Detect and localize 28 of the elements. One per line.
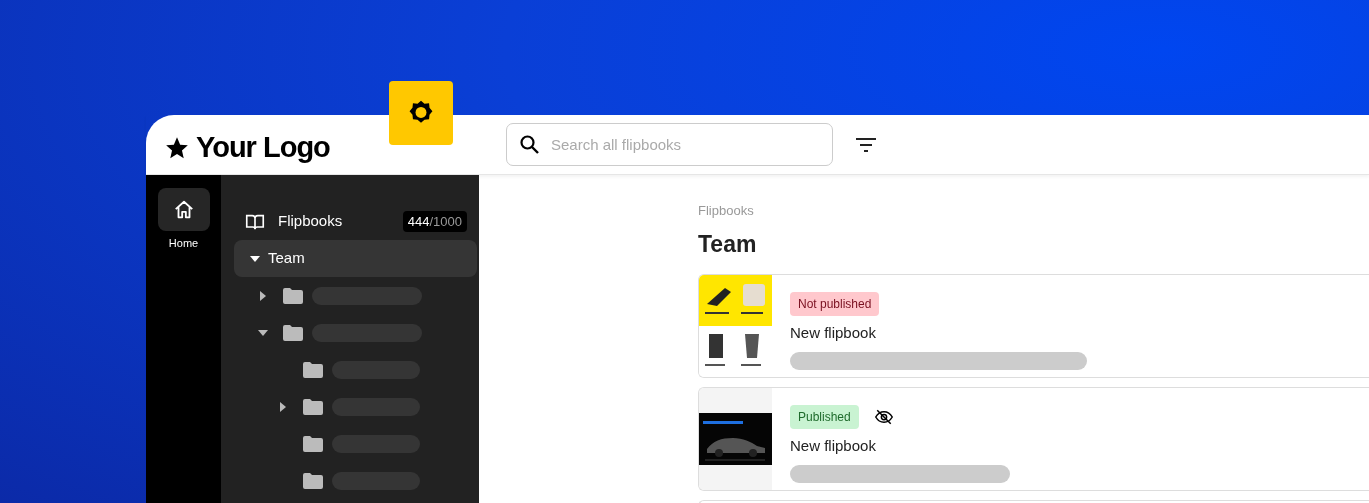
tree-label: Team xyxy=(268,248,305,269)
flipbook-card[interactable]: Not published New flipbook xyxy=(698,274,1369,378)
page-heading: Team xyxy=(698,229,758,259)
caret-right-icon xyxy=(260,290,266,301)
home-button[interactable] xyxy=(157,188,210,231)
filter-icon xyxy=(855,137,877,154)
folder-icon xyxy=(282,323,304,342)
folder-icon xyxy=(302,434,324,453)
flipbook-title: New flipbook xyxy=(790,436,877,456)
settings-button[interactable] xyxy=(389,81,453,145)
status-badge: Not published xyxy=(790,292,880,316)
caret-down-icon xyxy=(250,255,260,262)
status-badge: Published xyxy=(790,405,859,429)
folder-icon xyxy=(302,471,324,490)
home-icon xyxy=(172,198,195,221)
caret-down-icon xyxy=(258,329,268,336)
folder-icon xyxy=(302,360,324,379)
flipbook-card[interactable]: Published New flipbook xyxy=(698,387,1369,491)
folder-icon xyxy=(302,397,324,416)
folder-icon xyxy=(282,286,304,305)
caret-right-icon xyxy=(280,401,286,412)
search-field[interactable]: Search all flipbooks xyxy=(506,123,833,166)
sidebar-title: Flipbooks xyxy=(278,211,344,232)
count-badge: 444/1000 xyxy=(402,210,467,233)
logo-text: Your Logo xyxy=(196,129,330,165)
flipbook-title: New flipbook xyxy=(790,323,877,343)
nav-label: Home xyxy=(168,236,199,251)
tree-item[interactable]: Team xyxy=(234,240,477,277)
